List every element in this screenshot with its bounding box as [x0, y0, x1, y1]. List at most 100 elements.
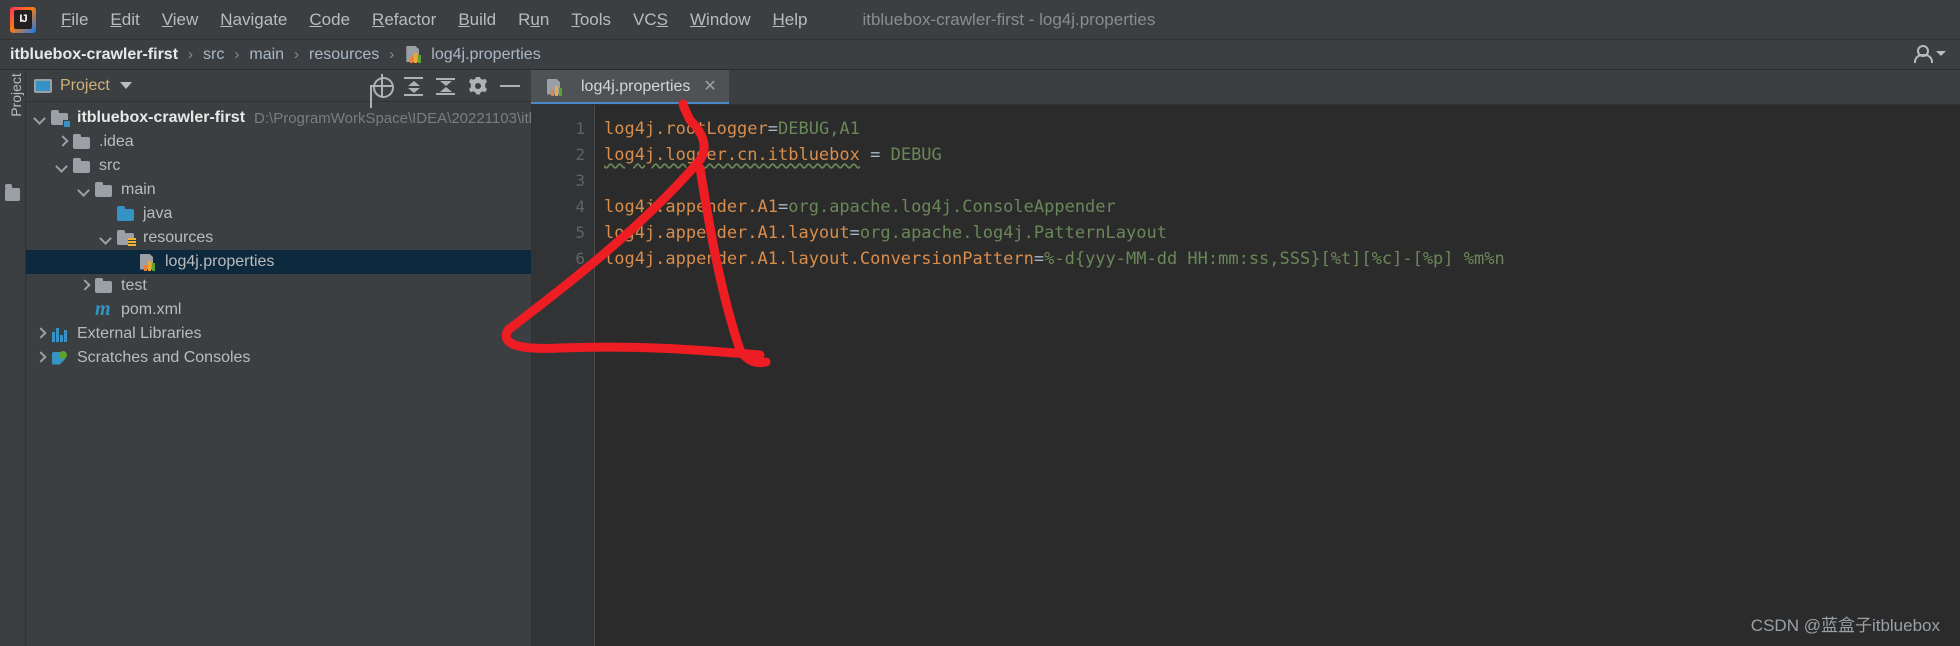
- gear-icon[interactable]: [465, 73, 491, 99]
- line-number: 1: [575, 119, 585, 138]
- menu-vcs[interactable]: VCS: [622, 6, 679, 34]
- chevron-down-icon[interactable]: [119, 82, 132, 89]
- menu-navigate[interactable]: Navigate: [209, 6, 298, 34]
- hide-icon[interactable]: [497, 73, 523, 99]
- menu-code[interactable]: Code: [298, 6, 361, 34]
- tree-node-log4j-properties[interactable]: log4j.properties: [26, 250, 531, 274]
- line-number: 6: [575, 249, 585, 268]
- menu-window[interactable]: Window: [679, 6, 761, 34]
- source-folder-icon: [116, 205, 136, 223]
- property-separator: =: [767, 119, 779, 139]
- chevron-down-icon[interactable]: [32, 110, 48, 126]
- code-line: log4j.rootLogger=DEBUG,A1: [604, 116, 1960, 142]
- tree-node-label: .idea: [99, 133, 134, 150]
- breadcrumb-separator: ›: [389, 46, 395, 63]
- property-separator: =: [849, 223, 860, 243]
- breadcrumb-separator: ›: [188, 46, 194, 63]
- tree-node-label: test: [121, 277, 147, 294]
- code-content[interactable]: log4j.rootLogger=DEBUG,A1 log4j.logger.cn…: [594, 105, 1960, 646]
- tree-arrow-placeholder: [76, 302, 92, 318]
- chevron-right-icon[interactable]: [54, 134, 70, 150]
- editor-gutter[interactable]: 1 2 3 4 5 6: [531, 105, 594, 646]
- breadcrumb-item-main[interactable]: main: [249, 46, 284, 64]
- tree-node--idea[interactable]: .idea: [26, 130, 531, 154]
- property-value: DEBUG: [890, 145, 942, 165]
- properties-file-icon: [138, 253, 158, 272]
- chevron-down-icon[interactable]: [98, 230, 114, 246]
- tree-node-label: External Libraries: [77, 325, 202, 342]
- folder-icon: [94, 277, 114, 295]
- editor-tab-label: log4j.properties: [581, 78, 691, 95]
- tree-node-external-libraries[interactable]: External Libraries: [26, 322, 531, 346]
- chevron-right-icon[interactable]: [76, 278, 92, 294]
- tree-node-main[interactable]: main: [26, 178, 531, 202]
- watermark: CSDN @蓝盒子itbluebox: [1750, 616, 1940, 635]
- menu-bar: FileEditViewNavigateCodeRefactorBuildRun…: [0, 0, 1960, 40]
- breadcrumb-bar: itbluebox-crawler-first › src › main › resourc…: [0, 40, 1960, 70]
- code-area: 123456 log4j.rootLogger=DEBUG,A1 log4j.lo…: [531, 105, 1960, 646]
- breadcrumb-item-log4j-properties[interactable]: log4j.properties: [404, 45, 541, 64]
- tree-node-label: src: [99, 157, 121, 174]
- tree-node-label: pom.xml: [121, 301, 182, 318]
- breadcrumb-label: itbluebox-crawler-first: [10, 45, 179, 63]
- structure-icon[interactable]: [5, 184, 20, 201]
- user-account-icon: [1913, 45, 1933, 63]
- chevron-down-icon[interactable]: [54, 158, 70, 174]
- menu-refactor[interactable]: Refactor: [361, 6, 447, 34]
- vertical-scrollbar[interactable]: [1947, 105, 1960, 646]
- menu-run[interactable]: Run: [507, 6, 560, 34]
- breadcrumb-item-src[interactable]: src: [203, 46, 224, 64]
- collapse-all-icon[interactable]: [433, 73, 459, 99]
- menu-view[interactable]: View: [151, 6, 210, 34]
- breadcrumb: itbluebox-crawler-first › src › main › resourc…: [0, 45, 541, 64]
- close-icon[interactable]: ✕: [699, 79, 716, 95]
- property-value: org.apache.log4j.ConsoleAppender: [788, 197, 1116, 217]
- menu-help[interactable]: Help: [761, 6, 818, 34]
- left-tool-strip: Project: [0, 70, 26, 646]
- account-button[interactable]: [1913, 45, 1946, 63]
- property-separator: =: [859, 145, 891, 165]
- project-panel-title: Project: [60, 76, 110, 94]
- breadcrumb-item-resources[interactable]: resources: [309, 46, 379, 64]
- locate-icon[interactable]: [369, 73, 395, 99]
- editor-tab-log4j-properties[interactable]: log4j.properties ✕: [531, 70, 729, 104]
- code-line: log4j.appender.A1.layout.ConversionPatte…: [604, 246, 1960, 272]
- tree-node-pom-xml[interactable]: pom.xml: [26, 298, 531, 322]
- menu-build[interactable]: Build: [447, 6, 507, 34]
- chevron-right-icon[interactable]: [32, 326, 48, 342]
- property-value: org.apache.log4j.PatternLayout: [859, 223, 1167, 243]
- tree-node-label: java: [143, 205, 173, 222]
- tree-arrow-placeholder: [98, 206, 114, 222]
- window-title: itbluebox-crawler-first - log4j.properti…: [862, 9, 1156, 29]
- tree-node-resources[interactable]: resources: [26, 226, 531, 250]
- folder-icon: [72, 157, 92, 175]
- chevron-down-icon: [1936, 51, 1946, 56]
- chevron-down-icon[interactable]: [76, 182, 92, 198]
- breadcrumb-item-itbluebox-crawler-first[interactable]: itbluebox-crawler-first: [0, 46, 178, 64]
- tree-node-java[interactable]: java: [26, 202, 531, 226]
- menu-items: File Edit View Navigate Code Refactor Build Run…: [50, 6, 818, 34]
- breadcrumb-separator: ›: [234, 46, 240, 63]
- expand-all-icon[interactable]: [401, 73, 427, 99]
- chevron-right-icon[interactable]: [32, 350, 48, 366]
- properties-file-icon: [404, 45, 424, 64]
- property-key: log4j.rootLogger: [604, 119, 768, 139]
- menu-edit[interactable]: Edit: [99, 6, 150, 34]
- menu-file[interactable]: File: [50, 6, 99, 34]
- line-number-column: 1 2 3 4 5 6: [531, 105, 594, 272]
- menu-tools[interactable]: Tools: [560, 6, 622, 34]
- tree-node-scratches-and-consoles[interactable]: Scratches and Consoles: [26, 346, 531, 370]
- tree-node-src[interactable]: src: [26, 154, 531, 178]
- breadcrumb-label: main: [249, 45, 285, 63]
- tree-node-label: Scratches and Consoles: [77, 349, 251, 366]
- tree-node-test[interactable]: test: [26, 274, 531, 298]
- editor-area: log4j.properties ✕ 1 2 3 4 5 6 log4j.rootLogg…: [531, 70, 1960, 646]
- code-line: log4j.logger.cn.itbluebox = DEBUG: [604, 142, 1960, 168]
- property-separator: =: [1033, 249, 1045, 269]
- sidebar-tab-project[interactable]: Project: [8, 62, 24, 128]
- line-number: 5: [575, 223, 585, 242]
- line-number: 3: [575, 171, 585, 190]
- tree-node-itbluebox-crawler-first[interactable]: itbluebox-crawler-first D:\ProgramWorkSpa…: [26, 106, 532, 130]
- breadcrumb-label: log4j.properties: [431, 45, 541, 63]
- folder-icon: [94, 181, 114, 199]
